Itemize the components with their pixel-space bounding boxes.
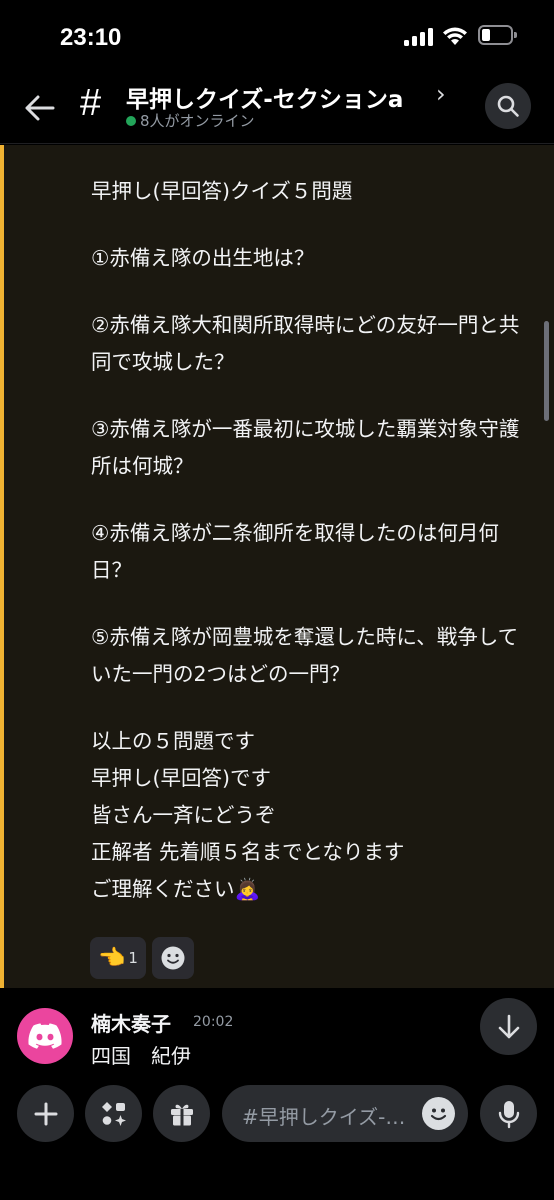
- reactions-row: 👈 1: [90, 937, 194, 979]
- reaction-count: 1: [128, 949, 138, 967]
- discord-logo-icon: [28, 1023, 62, 1049]
- scrollbar[interactable]: [544, 321, 549, 421]
- reaction-pill[interactable]: 👈 1: [90, 937, 146, 979]
- search-button[interactable]: [485, 83, 531, 129]
- channel-hash-icon: #: [80, 82, 102, 124]
- arrow-down-icon: [498, 1014, 519, 1038]
- message-paragraph: ①赤備え隊の出生地は？: [91, 246, 315, 270]
- message-paragraph: ④赤備え隊が二条御所を取得したのは何月何日？: [91, 521, 499, 582]
- emoji-picker-button[interactable]: [422, 1097, 455, 1130]
- avatar[interactable]: [17, 1008, 73, 1064]
- channel-title[interactable]: 早押しクイズ-セクションa: [126, 80, 403, 114]
- message-paragraph: 早押し(早回答)クイズ５問題: [91, 179, 353, 203]
- mention-highlight-bar: [0, 145, 4, 988]
- message-composer: #早押しクイズ-セクションaにメッセージを送信: [0, 1068, 554, 1200]
- gift-icon: [170, 1104, 193, 1125]
- online-status: 8人がオンライン: [126, 110, 255, 131]
- battery-icon: [478, 25, 518, 45]
- arrow-left-icon: [25, 95, 55, 121]
- message-line: ご理解ください🙇‍♀️: [91, 877, 261, 901]
- message-paragraph: ⑤赤備え隊が岡豊城を奪還した時に、戦争していた一門の2つはどの一門？: [91, 625, 519, 686]
- message-line: 以上の５問題です: [91, 729, 255, 753]
- quiz-message[interactable]: 早押し(早回答)クイズ５問題 ①赤備え隊の出生地は？ ②赤備え隊大和関所取得時に…: [91, 173, 531, 908]
- channel-header: # 早押しクイズ-セクションa › 8人がオンライン: [0, 76, 554, 144]
- reaction-emoji: 👈: [98, 945, 126, 971]
- gift-button[interactable]: [153, 1085, 210, 1142]
- message-input-placeholder: #早押しクイズ-セクションaにメッセージを送信: [242, 1105, 412, 1129]
- online-dot: [126, 115, 136, 126]
- message-row[interactable]: 楠木奏子 20:02 四国 紀伊: [0, 988, 554, 1068]
- message-line: 早押し(早回答)です: [91, 766, 271, 790]
- message-paragraph: ②赤備え隊大和関所取得時にどの友好一門と共同で攻城した？: [91, 313, 520, 374]
- message-content: 四国 紀伊: [91, 1044, 191, 1068]
- chevron-right-icon[interactable]: ›: [436, 80, 446, 108]
- search-icon: [497, 95, 519, 117]
- jump-to-present-button[interactable]: [480, 998, 537, 1055]
- message-author[interactable]: 楠木奏子: [91, 1008, 171, 1037]
- microphone-icon: [498, 1100, 519, 1128]
- message-paragraph: ③赤備え隊が一番最初に攻城した覇業対象守護所は何城？: [91, 417, 520, 478]
- plus-icon: [34, 1102, 57, 1125]
- add-reaction-button[interactable]: [151, 937, 194, 979]
- smiley-icon: [430, 1108, 447, 1121]
- status-time: 23:10: [60, 24, 122, 51]
- voice-message-button[interactable]: [480, 1085, 537, 1142]
- message-input[interactable]: #早押しクイズ-セクションaにメッセージを送信: [222, 1085, 468, 1142]
- message-list[interactable]: 早押し(早回答)クイズ５問題 ①赤備え隊の出生地は？ ②赤備え隊大和関所取得時に…: [0, 145, 554, 988]
- online-count-text: 8人がオンライン: [140, 112, 255, 130]
- apps-icon: [101, 1101, 126, 1126]
- message-line: 皆さん一斉にどうぞ: [91, 803, 276, 827]
- message-line: 正解者 先着順５名までとなります: [91, 840, 405, 864]
- add-attachment-button[interactable]: [17, 1085, 74, 1142]
- apps-button[interactable]: [85, 1085, 142, 1142]
- cellular-signal-icon: [404, 28, 434, 46]
- wifi-icon: [443, 27, 467, 45]
- message-timestamp: 20:02: [193, 1014, 234, 1030]
- status-bar: 23:10: [0, 0, 554, 76]
- back-button[interactable]: [22, 90, 58, 126]
- smiley-icon: [161, 946, 185, 970]
